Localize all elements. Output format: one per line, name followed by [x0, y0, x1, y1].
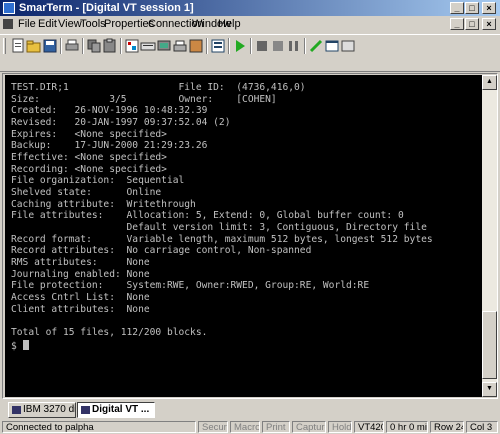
- terminal-line: Total of 15 files, 112/200 blocks.: [11, 327, 208, 338]
- status-timer: 0 hr 0 min: [386, 421, 428, 433]
- toolbar-separator: [60, 38, 62, 54]
- terminal-line: Record format: Variable length, maximum …: [11, 233, 433, 245]
- terminal-line: Record attributes: No carriage control, …: [11, 245, 312, 257]
- copy-icon[interactable]: [86, 38, 102, 54]
- terminal-line: Shelved state: Online: [11, 187, 162, 198]
- status-message: Connected to palpha: [2, 421, 196, 433]
- terminal-line: RMS attributes: None: [11, 257, 150, 268]
- toolbar-separator: [304, 38, 306, 54]
- terminal-line: Size: 3/5 Owner: [COHEN]: [11, 93, 277, 105]
- menu-properties[interactable]: Properties: [104, 18, 154, 31]
- terminal-line: Default version limit: 3, Contiguous, Di…: [11, 222, 427, 233]
- toolbar-separator: [82, 38, 84, 54]
- status-bar: Connected to palpha Secure Macro Print C…: [0, 420, 500, 434]
- toolbar-separator: [120, 38, 122, 54]
- tab-label: Digital VT ...: [92, 404, 150, 415]
- doc-close-button[interactable]: ×: [482, 18, 496, 30]
- play-icon[interactable]: [232, 38, 248, 54]
- terminal-prompt-line[interactable]: $: [11, 339, 29, 353]
- smarterm-app-icon[interactable]: [3, 2, 15, 14]
- terminal-prompt: $: [11, 340, 23, 352]
- paste-icon[interactable]: [102, 38, 118, 54]
- terminal-line: Created: 26-NOV-1996 10:48:32.39: [11, 105, 208, 117]
- terminal-line: Backup: 17-JUN-2000 21:29:23.26: [11, 140, 208, 152]
- terminal-line: File attributes: Allocation: 5, Extend: …: [11, 210, 404, 222]
- keyboard-icon[interactable]: [140, 38, 156, 54]
- terminal-line: Journaling enabled: None: [11, 268, 150, 280]
- window-title: SmarTerm - [Digital VT session 1]: [19, 2, 194, 14]
- terminal-line: File protection: System:RWE, Owner:RWED,…: [11, 280, 370, 292]
- doc-restore-button[interactable]: □: [465, 18, 479, 30]
- save-icon[interactable]: [42, 38, 58, 54]
- scroll-thumb[interactable]: [482, 311, 497, 379]
- doc-minimize-button[interactable]: _: [450, 18, 464, 30]
- terminal-screen[interactable]: TEST.DIR;1 File ID: (4736,416,0) Size: 3…: [5, 75, 482, 397]
- title-bar: SmarTerm - [Digital VT session 1] _ □ ×: [0, 0, 500, 16]
- terminal-line: Access Cntrl List: None: [11, 292, 150, 303]
- menu-view[interactable]: View: [58, 18, 82, 31]
- close-button[interactable]: ×: [482, 2, 496, 14]
- toolbar-separator: [250, 38, 252, 54]
- toolbar-separator: [228, 38, 230, 54]
- scroll-up-button[interactable]: ▲: [482, 75, 497, 90]
- terminal-session-icon: [81, 406, 90, 414]
- toolbar-grip[interactable]: [3, 38, 6, 54]
- properties-icon[interactable]: [124, 38, 140, 54]
- status-row: Row 24: [430, 421, 464, 433]
- terminal-line: Expires: <None specified>: [11, 128, 167, 140]
- terminal-line: Effective: <None specified>: [11, 152, 167, 163]
- stop-icon[interactable]: [254, 38, 270, 54]
- toolbar: [0, 34, 500, 72]
- pause-icon[interactable]: [286, 38, 302, 54]
- menu-file[interactable]: File: [18, 18, 36, 31]
- minimize-button[interactable]: _: [450, 2, 464, 14]
- printer-icon[interactable]: [172, 38, 188, 54]
- status-hold: Hold: [328, 421, 352, 433]
- open-icon[interactable]: [26, 38, 42, 54]
- scroll-down-button[interactable]: ▼: [482, 382, 497, 397]
- session-icon[interactable]: [210, 38, 226, 54]
- toolbar-separator: [206, 38, 208, 54]
- terminal-line: TEST.DIR;1 File ID: (4736,416,0): [11, 82, 306, 93]
- menu-tools[interactable]: Tools: [80, 18, 106, 31]
- window-icon[interactable]: [324, 38, 340, 54]
- help-icon[interactable]: [340, 38, 356, 54]
- terminal-line: Revised: 20-JAN-1997 09:37:52.04 (2): [11, 117, 231, 128]
- document-menu-icon[interactable]: [3, 19, 13, 29]
- maximize-button[interactable]: □: [465, 2, 479, 14]
- status-col: Col 3: [466, 421, 498, 433]
- connect-icon[interactable]: [156, 38, 172, 54]
- terminal-line: Client attributes: None: [11, 303, 150, 315]
- terminal-session-icon: [12, 406, 21, 414]
- terminal-line: File organization: Sequential: [11, 175, 185, 187]
- macro-icon[interactable]: [188, 38, 204, 54]
- menu-edit[interactable]: Edit: [38, 18, 57, 31]
- status-capture: Capture: [292, 421, 326, 433]
- text-cursor: [22, 339, 29, 350]
- status-secure: Secure: [198, 421, 228, 433]
- tools-icon[interactable]: [308, 38, 324, 54]
- new-session-icon[interactable]: [10, 38, 26, 54]
- record-icon[interactable]: [270, 38, 286, 54]
- print-icon[interactable]: [64, 38, 80, 54]
- status-macro: Macro: [230, 421, 260, 433]
- tab-ibm-3270[interactable]: IBM 3270 di...: [8, 402, 76, 418]
- vertical-scrollbar[interactable]: ▲ ▼: [482, 75, 497, 397]
- status-terminal-type: VT420: [354, 421, 384, 433]
- status-print: Print: [262, 421, 290, 433]
- terminal-line: Recording: <None specified>: [11, 163, 167, 175]
- terminal-line: Caching attribute: Writethrough: [11, 198, 196, 210]
- menu-bar: File Edit View Tools Properties Connecti…: [0, 16, 500, 33]
- menu-help[interactable]: Help: [218, 18, 241, 31]
- tab-label: IBM 3270 di...: [23, 404, 76, 415]
- tab-digital-vt[interactable]: Digital VT ...: [77, 402, 155, 418]
- session-tab-bar: IBM 3270 di... Digital VT ...: [0, 401, 500, 419]
